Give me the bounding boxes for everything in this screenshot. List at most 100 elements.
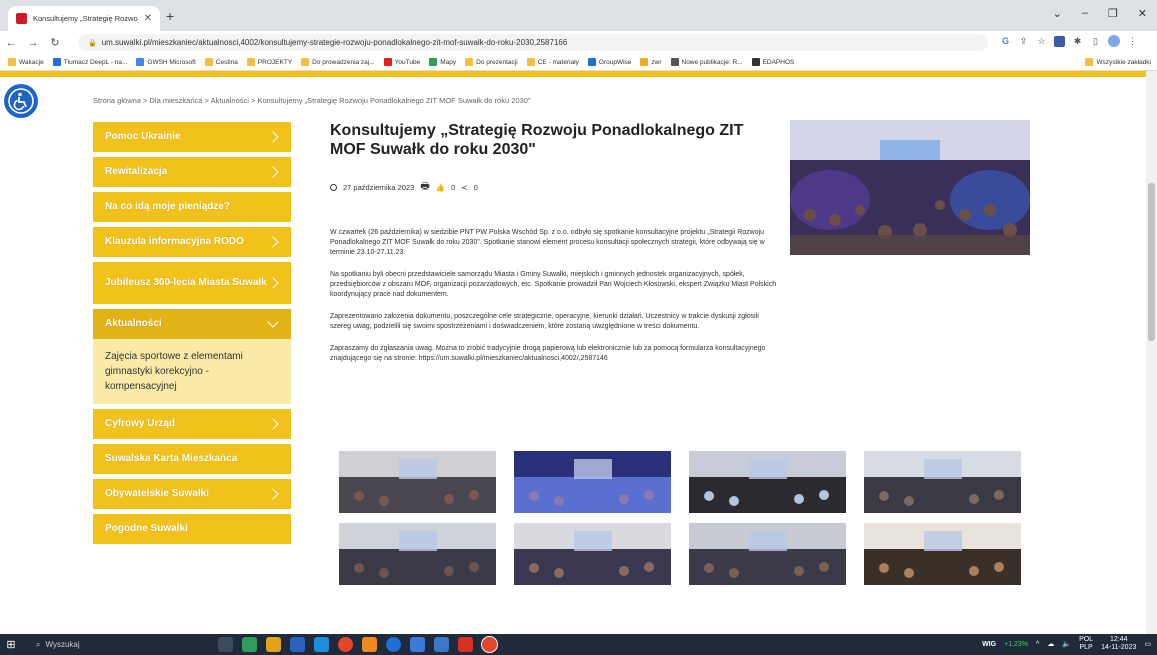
bookmark-item[interactable]: YouTube [383, 58, 420, 66]
acrobat-icon[interactable] [458, 637, 473, 652]
bookmark-item[interactable]: PROJEKTY [246, 58, 293, 66]
bookmark-item[interactable]: Mapy [429, 58, 456, 66]
all-bookmarks[interactable]: Wszystkie zakładki [1085, 58, 1151, 66]
store-icon[interactable] [434, 637, 449, 652]
sidebar-item[interactable]: Na co idą moje pieniądze? [93, 192, 291, 222]
bookmark-item[interactable]: Nowe publikacje: R... [670, 58, 743, 66]
edge-icon[interactable] [386, 637, 401, 652]
accessibility-icon[interactable] [4, 84, 38, 118]
sidebar-item[interactable]: Rewitalizacja [93, 157, 291, 187]
article-paragraph: Zaprezentowano założenia dokumentu, posz… [330, 313, 759, 330]
side-panel-icon[interactable]: ▯ [1090, 36, 1101, 47]
bookmark-item[interactable]: Do prezentacji [465, 58, 518, 66]
extensions-puzzle-icon[interactable]: ✱ [1072, 36, 1083, 47]
task-view-icon[interactable] [218, 637, 233, 652]
wig-change: +1,23% [1004, 640, 1029, 648]
scrollbar-thumb[interactable] [1148, 183, 1155, 341]
forward-icon[interactable]: → [22, 37, 44, 49]
google-icon[interactable]: G [1000, 36, 1011, 46]
chrome-icon[interactable] [338, 637, 353, 652]
language-indicator[interactable]: POL PLP [1079, 636, 1093, 652]
tray-chevron-icon[interactable]: ^ [1036, 641, 1039, 648]
bookmark-item[interactable]: EDAPHOS [751, 58, 794, 66]
browser-tab[interactable]: Konsultujemy „Strategię Rozwoju ✕ [8, 6, 160, 31]
chevron-right-icon [267, 236, 279, 248]
address-bar[interactable]: 🔒 um.suwalki.pl/mieszkaniec/aktualnosci,… [78, 34, 988, 51]
sidebar-item[interactable]: Klauzula informacyjna RODO [93, 227, 291, 257]
volume-icon[interactable]: 🔈 [1062, 640, 1071, 648]
like-icon[interactable]: 👍 [436, 183, 445, 192]
hero-photo[interactable] [790, 120, 1030, 255]
restore-button[interactable]: ❐ [1108, 7, 1118, 20]
file-explorer-icon[interactable] [266, 637, 281, 652]
back-icon[interactable]: ← [0, 37, 22, 49]
bookmark-item[interactable]: Tłumacz DeepL - na... [52, 58, 127, 66]
network-icon[interactable]: ☁ [1047, 640, 1054, 648]
gallery-photo[interactable] [864, 523, 1021, 585]
close-window-button[interactable]: ✕ [1138, 7, 1147, 20]
bookmark-item[interactable]: CE - materiały [526, 58, 579, 66]
sidebar-item-label: Aktualności [105, 318, 162, 329]
new-tab-button[interactable]: + [166, 8, 174, 24]
mail-icon[interactable] [410, 637, 425, 652]
bookmark-item[interactable]: GWSH Microsoft [136, 58, 196, 66]
sidebar-item[interactable]: Pomoc Ukrainie [93, 122, 291, 152]
notifications-icon[interactable]: ▭ [1144, 640, 1151, 648]
bookmark-label: GroupWise [598, 58, 632, 66]
tab-search-icon[interactable]: ⌄ [1053, 7, 1062, 20]
sidebar-item-label: Rewitalizacja [105, 166, 168, 177]
bookmark-item[interactable]: Do prowadzenia zaj... [301, 58, 375, 66]
bookmark-star-icon[interactable]: ☆ [1036, 36, 1047, 47]
gallery-photo[interactable] [864, 451, 1021, 513]
gallery-photo[interactable] [339, 451, 496, 513]
bookmark-item[interactable]: zwr [640, 58, 662, 66]
page-scrollbar[interactable] [1146, 71, 1157, 634]
windows-start-icon[interactable]: ⊞ [0, 638, 22, 651]
lang-variant: PLP [1079, 644, 1093, 651]
sidebar-item-label: Na co idą moje pieniądze? [105, 201, 231, 212]
share-icon[interactable]: ⇪ [1018, 36, 1029, 47]
sidebar-item[interactable]: Cyfrowy Urząd [93, 409, 291, 439]
bookmark-item[interactable]: GroupWise [587, 58, 632, 66]
bookmark-icon [52, 58, 61, 66]
word-icon[interactable] [290, 637, 305, 652]
reload-icon[interactable]: ↻ [44, 36, 66, 49]
app-icon[interactable] [362, 637, 377, 652]
gallery-photo[interactable] [689, 523, 846, 585]
gallery-photo[interactable] [339, 523, 496, 585]
bookmark-icon [465, 58, 474, 66]
extension-icon[interactable] [1054, 35, 1065, 47]
menu-dots-icon[interactable]: ⋮ [1127, 36, 1138, 47]
close-tab-icon[interactable]: ✕ [144, 13, 152, 24]
clock[interactable]: 12:44 14-11-2023 [1101, 636, 1136, 652]
share-icon[interactable]: ≺ [461, 183, 467, 192]
gallery-photo[interactable] [689, 451, 846, 513]
chrome-active-icon[interactable] [481, 636, 498, 653]
skype-icon[interactable] [314, 637, 329, 652]
excel-icon[interactable] [242, 637, 257, 652]
sidebar-item[interactable]: Obywatelskie Suwałki [93, 479, 291, 509]
sidebar-item-label: Klauzula informacyjna RODO [105, 236, 244, 247]
profile-avatar[interactable] [1108, 35, 1120, 47]
bookmark-item[interactable]: Wakacje [8, 58, 44, 66]
taskbar-search[interactable]: ⌕ Wyszukaj [36, 637, 216, 652]
bookmark-label: Do prezentacji [476, 58, 518, 66]
submenu-item[interactable]: Zajęcia sportowe z elementami gimnastyki… [93, 339, 291, 404]
gallery-photo[interactable] [514, 451, 671, 513]
gallery-photo[interactable] [514, 523, 671, 585]
taskbar-apps [218, 636, 498, 653]
site-favicon-icon [16, 13, 27, 24]
tab-title: Konsultujemy „Strategię Rozwoju [33, 14, 138, 23]
bookmark-label: zwr [651, 58, 662, 66]
breadcrumb[interactable]: Strona główna > Dla mieszkańca > Aktualn… [93, 96, 531, 105]
article-paragraph: Na spotkaniu byli obecni przedstawiciele… [330, 271, 777, 298]
sidebar-item[interactable]: Pogodne Suwałki [93, 514, 291, 544]
minimize-button[interactable]: – [1082, 7, 1088, 20]
bookmark-label: PROJEKTY [257, 58, 293, 66]
sidebar-item[interactable]: Jubileusz 300-lecia Miasta Suwałk [93, 262, 291, 304]
sidebar-item[interactable]: Suwalska Karta Mieszkańca [93, 444, 291, 474]
print-icon[interactable]: 🖶 [420, 179, 429, 196]
bookmark-item[interactable]: Cestina [204, 58, 238, 66]
lock-icon[interactable]: 🔒 [88, 39, 97, 47]
sidebar-item[interactable]: Aktualności [93, 309, 291, 339]
